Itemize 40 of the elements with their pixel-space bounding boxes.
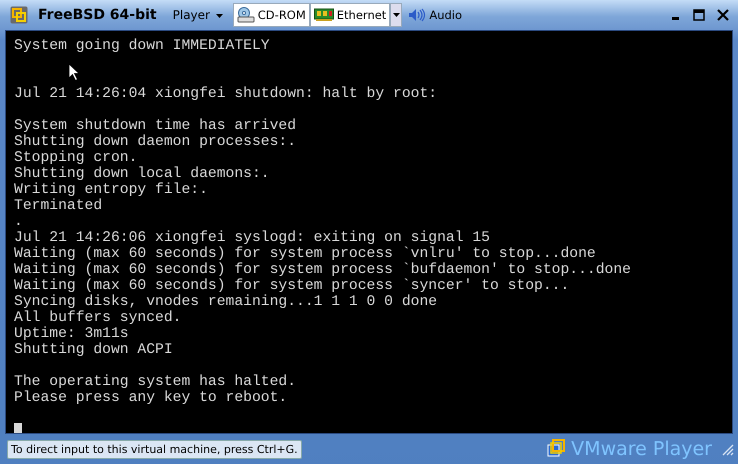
maximize-icon [693,9,705,21]
network-card-icon [314,8,334,22]
console-line: Waiting (max 60 seconds) for system process `vnlru' to stop...done [14,246,596,262]
caret-icon [392,13,400,17]
console-line: Terminated [14,198,102,214]
speaker-icon [408,8,426,22]
console-line: Writing entropy file:. [14,182,208,198]
pointer-icon [68,63,80,81]
console-line: The operating system has halted. [14,374,296,390]
dropdown-button[interactable] [390,3,402,27]
console-line: Uptime: 3m11s [14,326,129,342]
console-line: . [14,214,23,230]
console-line: Stopping cron. [14,150,138,166]
device-button[interactable]: Audio [404,3,466,27]
status-hint: To direct input to this virtual machine, press Ctrl+G. [7,440,302,458]
console-line: Please press any key to reboot. [14,390,288,406]
app-icon [10,6,28,24]
resize-grip-icon [720,442,734,456]
logo-icon [547,439,568,459]
brand-name: VMware Player [571,438,712,460]
minimize-icon [672,17,678,20]
device-button[interactable]: CD-ROM [232,3,310,27]
console-line: System shutdown time has arrived [14,118,296,134]
window-title: FreeBSD 64-bit [38,7,157,23]
console-line: Jul 21 14:26:04 xiongfei shutdown: halt by root: [14,86,438,102]
caret-icon [216,14,223,18]
player-menu[interactable]: Player [166,8,229,22]
console-line: System going down IMMEDIATELY [14,38,270,54]
console-line: Jul 21 14:26:06 xiongfei syslogd: exiting on signal 15 [14,230,490,246]
close-icon [717,9,729,21]
device-button[interactable]: Ethernet [310,3,390,27]
console-line: Syncing disks, vnodes remaining...1 1 1 0 0 done [14,294,438,310]
console-line: Waiting (max 60 seconds) for system process `bufdaemon' to stop...done [14,262,631,278]
text-cursor [14,423,22,433]
console-line: Waiting (max 60 seconds) for system process `syncer' to stop... [14,278,570,294]
disc-drive-icon [236,7,255,23]
console-line: Shutting down local daemons:. [14,166,270,182]
console-line: All buffers synced. [14,310,182,326]
console-line: Shutting down ACPI [14,342,173,358]
console-line: Shutting down daemon processes:. [14,134,296,150]
